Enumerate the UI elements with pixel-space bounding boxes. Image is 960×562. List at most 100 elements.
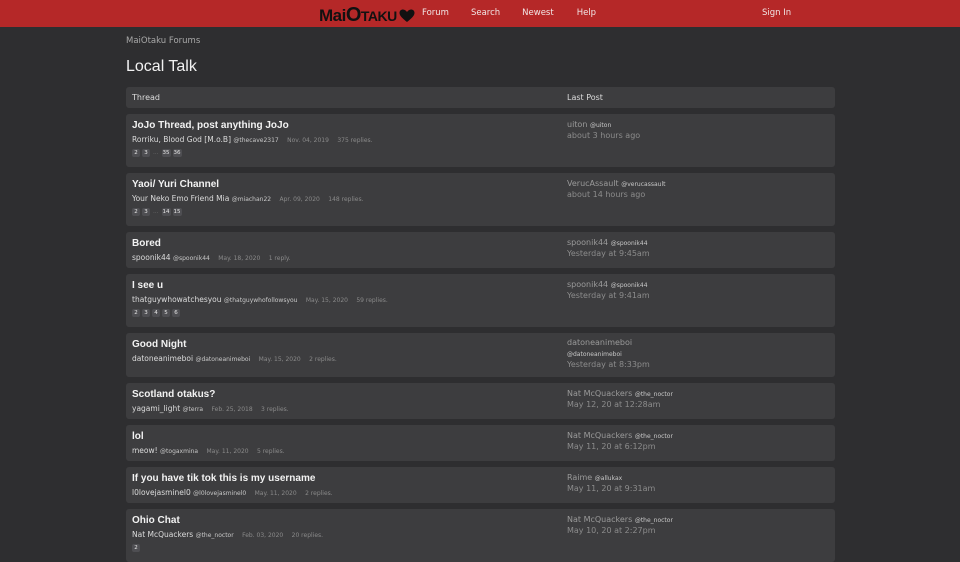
thread-author-handle[interactable]: @miachan22 bbox=[232, 196, 271, 203]
thread-row[interactable]: Scotland otakus? yagami_light @terra Feb… bbox=[126, 383, 835, 419]
page-link[interactable]: 36 bbox=[172, 149, 182, 157]
last-post-time[interactable]: Yesterday at 9:41am bbox=[567, 291, 650, 300]
thread-date: May. 11, 2020 bbox=[206, 448, 249, 455]
thread-date: May. 15, 2020 bbox=[305, 297, 348, 304]
last-post-time[interactable]: May 10, 20 at 2:27pm bbox=[567, 526, 656, 535]
thread-author[interactable]: l0lovejasminel0 bbox=[132, 488, 191, 497]
last-post-username[interactable]: datoneanimeboi bbox=[567, 338, 632, 347]
thread-title[interactable]: Bored bbox=[132, 238, 161, 249]
last-post-handle[interactable]: @verucassault bbox=[621, 181, 665, 188]
last-post-time[interactable]: May 12, 20 at 12:28am bbox=[567, 400, 660, 409]
last-post-username[interactable]: spoonik44 bbox=[567, 238, 608, 247]
site-logo[interactable]: Mai Otaku bbox=[319, 4, 415, 27]
page-link[interactable]: 5 bbox=[162, 309, 170, 317]
thread-title[interactable]: lol bbox=[132, 431, 144, 442]
thread-replies: 148 replies. bbox=[328, 196, 364, 203]
page-link: … bbox=[153, 150, 159, 156]
last-post-user: @datoneanimeboi bbox=[567, 349, 622, 358]
thread-meta: datoneanimeboi @datoneanimeboi May. 15, … bbox=[132, 354, 337, 363]
logo-text-mai: Mai bbox=[319, 5, 346, 25]
last-post-handle[interactable]: @datoneanimeboi bbox=[567, 351, 622, 358]
thread-row[interactable]: Ohio Chat Nat McQuackers @the_noctor Feb… bbox=[126, 509, 835, 562]
page-link[interactable]: 2 bbox=[132, 149, 140, 157]
last-post-user: VerucAssault @verucassault bbox=[567, 179, 665, 188]
thread-replies: 1 reply. bbox=[268, 255, 291, 262]
thread-author-handle[interactable]: @datoneanimeboi bbox=[195, 356, 250, 363]
thread-title[interactable]: Ohio Chat bbox=[132, 515, 180, 526]
thread-replies: 20 replies. bbox=[291, 532, 324, 539]
last-post-time[interactable]: about 3 hours ago bbox=[567, 131, 640, 140]
nav-newest[interactable]: Newest bbox=[522, 8, 554, 18]
page-link[interactable]: 3 bbox=[142, 309, 150, 317]
sign-in-link[interactable]: Sign In bbox=[762, 8, 791, 18]
last-post-username[interactable]: Nat McQuackers bbox=[567, 389, 632, 398]
thread-title[interactable]: Good Night bbox=[132, 339, 186, 350]
thread-author[interactable]: yagami_light bbox=[132, 404, 180, 413]
thread-author-handle[interactable]: @togaxmina bbox=[160, 448, 198, 455]
last-post-username[interactable]: Nat McQuackers bbox=[567, 515, 632, 524]
thread-meta: Nat McQuackers @the_noctor Feb. 03, 2020… bbox=[132, 530, 323, 539]
last-post-time[interactable]: May 11, 20 at 9:31am bbox=[567, 484, 655, 493]
thread-author[interactable]: spoonik44 bbox=[132, 253, 171, 262]
last-post-time[interactable]: Yesterday at 8:33pm bbox=[567, 360, 650, 369]
thread-author-handle[interactable]: @l0lovejasminel0 bbox=[193, 490, 246, 497]
thread-replies: 2 replies. bbox=[305, 490, 333, 497]
last-post-username[interactable]: Raime bbox=[567, 473, 592, 482]
page-link[interactable]: 2 bbox=[132, 208, 140, 216]
thread-author[interactable]: Rorriku, Blood God [M.o.B] bbox=[132, 135, 231, 144]
thread-row[interactable]: Bored spoonik44 @spoonik44 May. 18, 2020… bbox=[126, 232, 835, 268]
last-post-handle[interactable]: @spoonik44 bbox=[611, 282, 648, 289]
thread-author-handle[interactable]: @thecave2317 bbox=[233, 137, 278, 144]
column-thread: Thread bbox=[132, 93, 160, 102]
thread-author[interactable]: Nat McQuackers bbox=[132, 530, 193, 539]
page-link[interactable]: 35 bbox=[161, 149, 171, 157]
last-post-username[interactable]: VerucAssault bbox=[567, 179, 619, 188]
page-link[interactable]: 6 bbox=[172, 309, 180, 317]
thread-author[interactable]: Your Neko Emo Friend Mia bbox=[132, 194, 229, 203]
last-post-handle[interactable]: @the_noctor bbox=[635, 517, 673, 524]
thread-row[interactable]: I see u thatguywhowatchesyou @thatguywho… bbox=[126, 274, 835, 327]
thread-author-handle[interactable]: @the_noctor bbox=[196, 532, 234, 539]
thread-author[interactable]: thatguywhowatchesyou bbox=[132, 295, 222, 304]
last-post-username[interactable]: spoonik44 bbox=[567, 280, 608, 289]
thread-row[interactable]: lol meow! @togaxmina May. 11, 2020 5 rep… bbox=[126, 425, 835, 461]
last-post-handle[interactable]: @the_noctor bbox=[635, 433, 673, 440]
thread-title[interactable]: I see u bbox=[132, 280, 163, 291]
thread-author-handle[interactable]: @thatguywhofollowsyou bbox=[224, 297, 298, 304]
thread-author[interactable]: meow! bbox=[132, 446, 158, 455]
last-post-handle[interactable]: @uiton bbox=[590, 122, 611, 129]
page-link[interactable]: 3 bbox=[142, 208, 150, 216]
nav-search[interactable]: Search bbox=[471, 8, 500, 18]
thread-author-handle[interactable]: @terra bbox=[183, 406, 204, 413]
thread-title[interactable]: Scotland otakus? bbox=[132, 389, 215, 400]
page-link[interactable]: 2 bbox=[132, 309, 140, 317]
last-post-username[interactable]: uiton bbox=[567, 120, 587, 129]
nav-forum[interactable]: Forum bbox=[422, 8, 449, 18]
thread-replies: 59 replies. bbox=[356, 297, 388, 304]
breadcrumb[interactable]: MaiOtaku Forums bbox=[126, 36, 835, 48]
last-post-time[interactable]: May 11, 20 at 6:12pm bbox=[567, 442, 656, 451]
thread-row[interactable]: If you have tik tok this is my username … bbox=[126, 467, 835, 503]
thread-title[interactable]: Yaoi/ Yuri Channel bbox=[132, 179, 219, 190]
last-post-username[interactable]: Nat McQuackers bbox=[567, 431, 632, 440]
thread-row[interactable]: Yaoi/ Yuri Channel Your Neko Emo Friend … bbox=[126, 173, 835, 226]
thread-title[interactable]: If you have tik tok this is my username bbox=[132, 473, 315, 484]
thread-meta: Your Neko Emo Friend Mia @miachan22 Apr.… bbox=[132, 194, 364, 203]
page-link[interactable]: 4 bbox=[152, 309, 160, 317]
thread-row[interactable]: Good Night datoneanimeboi @datoneanimebo… bbox=[126, 333, 835, 377]
last-post-handle[interactable]: @spoonik44 bbox=[611, 240, 648, 247]
forum-container: MaiOtaku Forums Local Talk Thread Last P… bbox=[126, 27, 835, 562]
last-post-handle[interactable]: @allukax bbox=[595, 475, 622, 482]
last-post-handle[interactable]: @the_noctor bbox=[635, 391, 673, 398]
last-post-time[interactable]: Yesterday at 9:45am bbox=[567, 249, 650, 258]
page-link[interactable]: 2 bbox=[132, 544, 140, 552]
last-post-time[interactable]: about 14 hours ago bbox=[567, 190, 645, 199]
thread-row[interactable]: JoJo Thread, post anything JoJo Rorriku,… bbox=[126, 114, 835, 167]
page-link[interactable]: 15 bbox=[172, 208, 182, 216]
nav-help[interactable]: Help bbox=[577, 8, 596, 18]
thread-author-handle[interactable]: @spoonik44 bbox=[173, 255, 210, 262]
page-link[interactable]: 14 bbox=[161, 208, 171, 216]
thread-author[interactable]: datoneanimeboi bbox=[132, 354, 193, 363]
thread-title[interactable]: JoJo Thread, post anything JoJo bbox=[132, 120, 289, 131]
page-link[interactable]: 3 bbox=[142, 149, 150, 157]
